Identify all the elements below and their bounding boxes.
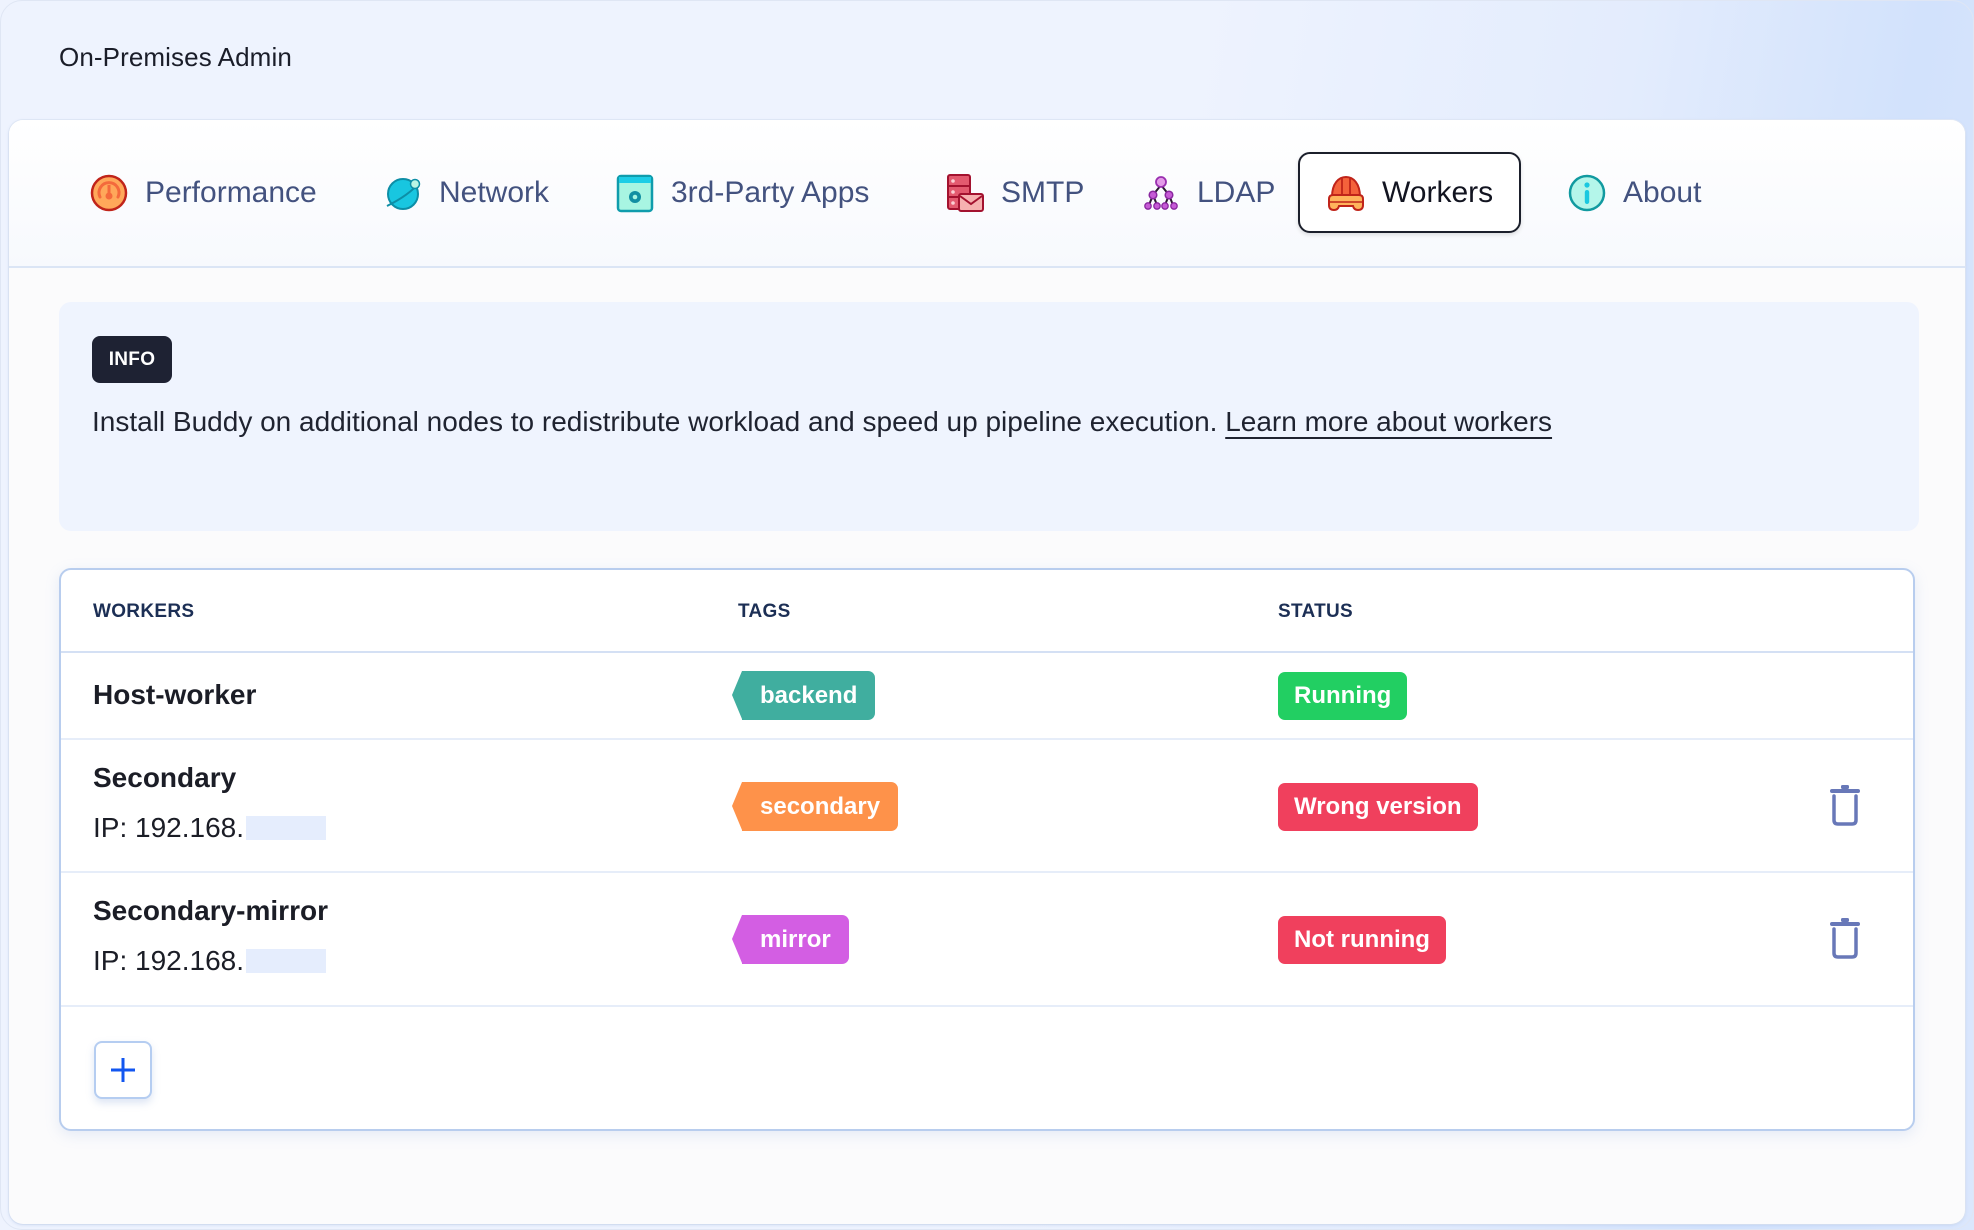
tab-3rd-party-apps[interactable]: 3rd-Party Apps <box>615 152 869 233</box>
column-header-status: STATUS <box>1278 601 1353 622</box>
tab-label: LDAP <box>1197 175 1276 209</box>
workers-table: WORKERS TAGS STATUS Host-worker backend … <box>59 568 1915 1131</box>
status-badge: Running <box>1278 672 1408 720</box>
table-row: Secondary IP: 192.168. secondary Wrong v… <box>61 740 1913 873</box>
column-header-tags: TAGS <box>738 601 791 622</box>
ip-address: IP: 192.168. <box>93 812 245 843</box>
table-header: WORKERS TAGS STATUS <box>61 570 1913 653</box>
trash-icon <box>1830 785 1860 826</box>
status-badge: Not running <box>1278 916 1446 964</box>
hierarchy-icon <box>1141 173 1181 213</box>
tag-badge: backend <box>731 671 876 720</box>
delete-worker-button[interactable] <box>1828 784 1862 826</box>
ip-redacted <box>246 949 327 973</box>
plus-icon <box>111 1058 135 1082</box>
tab-label: Performance <box>145 175 317 209</box>
column-header-workers: WORKERS <box>93 601 195 622</box>
tab-performance[interactable]: Performance <box>89 152 317 233</box>
info-circle-icon <box>1567 173 1607 213</box>
app-gear-icon <box>615 173 655 213</box>
tab-workers[interactable]: Workers <box>1298 152 1522 233</box>
delete-worker-button[interactable] <box>1828 917 1862 959</box>
admin-card: Performance Network 3rd-Party Apps SMTP … <box>9 120 1965 1224</box>
table-row: Host-worker backend Running <box>61 653 1913 740</box>
tab-network[interactable]: Network <box>383 152 549 233</box>
info-badge: INFO <box>92 336 172 383</box>
worker-ip: IP: 192.168. <box>93 812 327 844</box>
tab-about[interactable]: About <box>1567 152 1701 233</box>
ip-address: IP: 192.168. <box>93 945 245 976</box>
tab-label: SMTP <box>1001 175 1085 209</box>
worker-name: Host-worker <box>93 679 257 710</box>
tab-ldap[interactable]: LDAP <box>1141 152 1275 233</box>
tab-label: About <box>1623 175 1702 209</box>
tab-label: Network <box>439 175 550 209</box>
planet-icon <box>383 173 423 213</box>
table-row: Secondary-mirror IP: 192.168. mirror Not… <box>61 873 1913 1007</box>
worker-name: Secondary-mirror <box>93 895 328 926</box>
info-text: Install Buddy on additional nodes to red… <box>92 406 1552 438</box>
tab-label: 3rd-Party Apps <box>671 175 870 209</box>
add-worker-button[interactable] <box>94 1041 152 1099</box>
worker-ip: IP: 192.168. <box>93 945 327 977</box>
worker-name: Secondary <box>93 762 237 793</box>
tab-label: Workers <box>1382 175 1494 209</box>
status-badge: Wrong version <box>1278 783 1478 831</box>
worker-helmet-icon <box>1326 173 1366 213</box>
app-title: On-Premises Admin <box>59 42 292 72</box>
tag-badge: mirror <box>732 915 849 964</box>
tab-bar: Performance Network 3rd-Party Apps SMTP … <box>9 120 1965 268</box>
gauge-icon <box>89 173 129 213</box>
trash-icon <box>1830 918 1860 959</box>
tab-smtp[interactable]: SMTP <box>945 152 1084 233</box>
info-message: Install Buddy on additional nodes to red… <box>92 406 1226 437</box>
info-box: INFO Install Buddy on additional nodes t… <box>59 302 1919 531</box>
ip-redacted <box>246 816 327 840</box>
tag-badge: secondary <box>731 782 899 831</box>
server-mail-icon <box>945 173 985 213</box>
learn-more-link[interactable]: Learn more about workers <box>1225 406 1552 437</box>
